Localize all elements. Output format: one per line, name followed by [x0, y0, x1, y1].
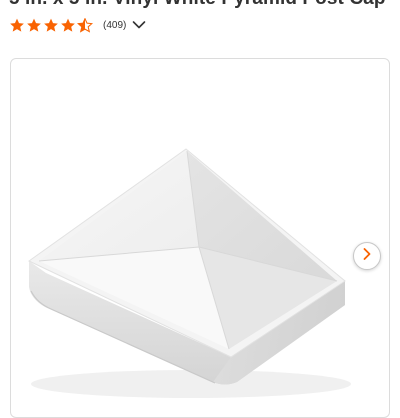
star-full-icon [43, 18, 59, 33]
product-media-card[interactable] [10, 58, 390, 418]
rating-row[interactable]: (409) [9, 15, 146, 35]
product-title: 5 in. x 5 in. Vinyl White Pyramid Post C… [9, 0, 386, 9]
star-full-icon [9, 18, 25, 33]
chevron-down-icon[interactable] [132, 20, 146, 30]
next-image-button[interactable] [353, 242, 381, 270]
star-full-icon [60, 18, 76, 33]
star-full-icon [26, 18, 42, 33]
star-rating [9, 17, 93, 33]
product-image [28, 148, 351, 398]
product-title-row: 5 in. x 5 in. Vinyl White Pyramid Post C… [9, 0, 399, 10]
chevron-right-icon [362, 247, 372, 266]
star-half-icon [77, 17, 93, 33]
review-count[interactable]: (409) [103, 20, 126, 31]
